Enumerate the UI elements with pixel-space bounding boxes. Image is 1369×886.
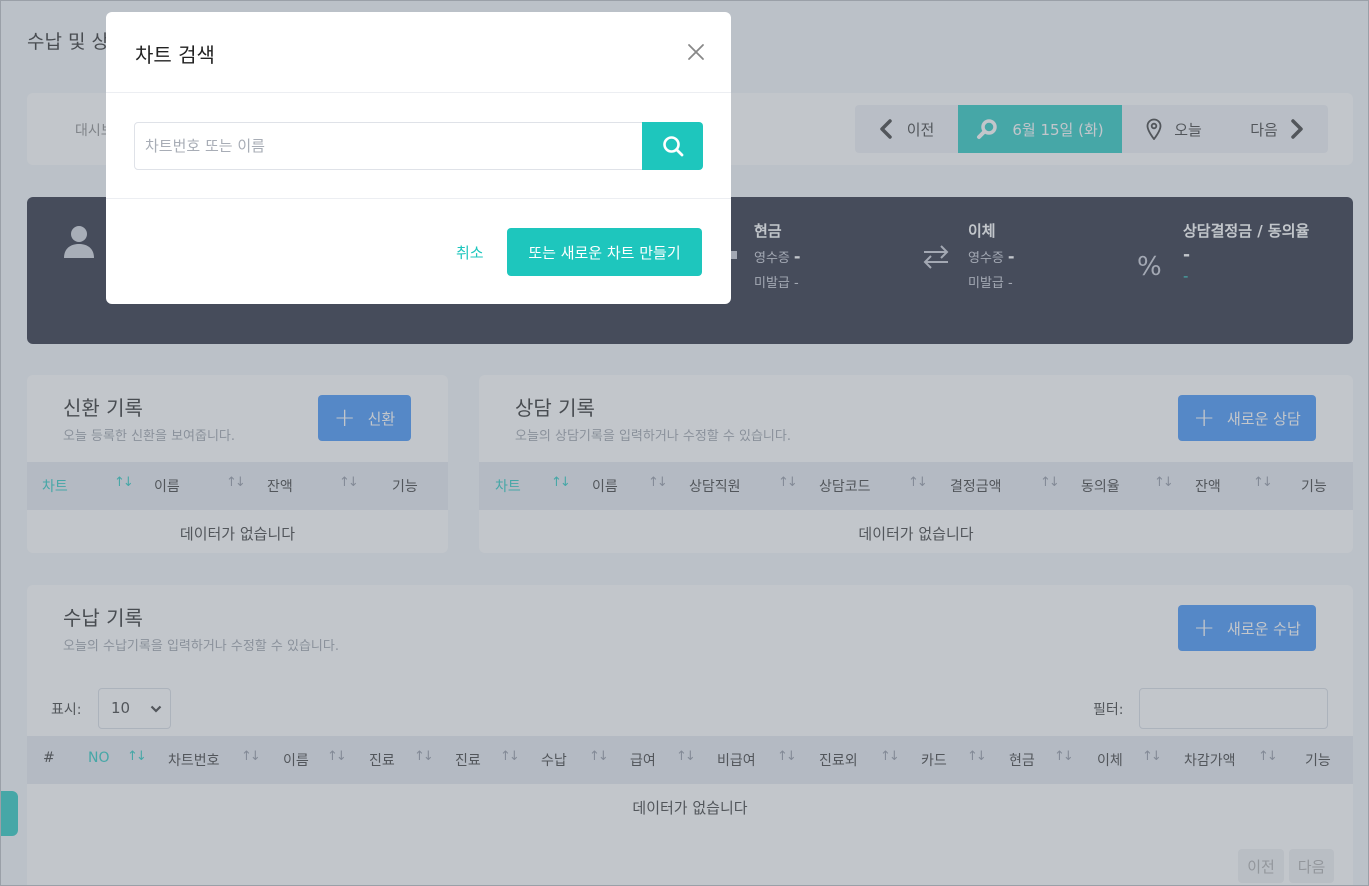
- modal-footer-divider: [106, 198, 731, 199]
- chart-search-group: [134, 122, 703, 170]
- new-chart-button[interactable]: 또는 새로운 차트 만들기: [507, 228, 702, 276]
- close-icon[interactable]: [686, 42, 706, 62]
- chart-search-input[interactable]: [135, 123, 641, 169]
- cancel-button[interactable]: 취소: [456, 242, 484, 263]
- modal-header-divider: [106, 92, 731, 93]
- chart-search-modal: 차트 검색 취소 또는 새로운 차트 만들기: [106, 12, 731, 304]
- chart-search-button[interactable]: [642, 122, 703, 170]
- search-icon: [662, 136, 683, 157]
- modal-title: 차트 검색: [135, 43, 215, 67]
